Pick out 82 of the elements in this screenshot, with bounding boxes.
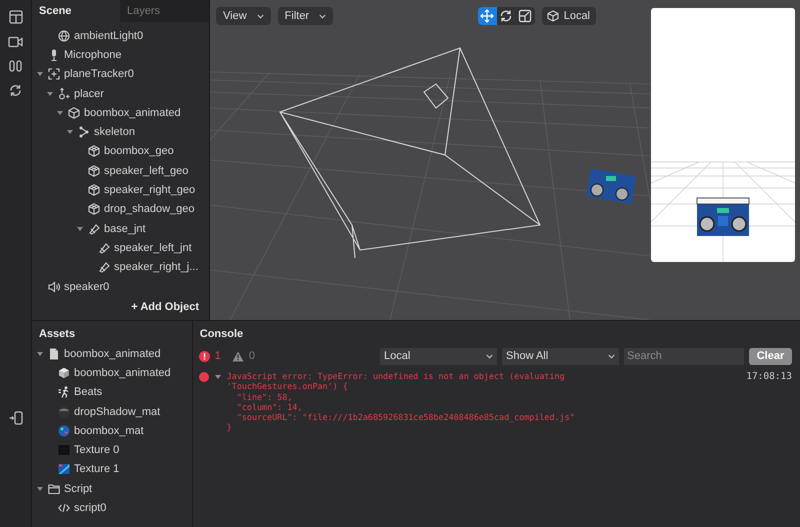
mesh-cube-icon: [88, 184, 100, 196]
layout-icon[interactable]: [8, 10, 22, 24]
caret-icon[interactable]: [47, 90, 53, 97]
folder-icon: [48, 482, 60, 495]
cube-icon: [68, 106, 80, 119]
chevron-icon: [486, 354, 493, 358]
tree-item[interactable]: skeleton: [32, 122, 209, 142]
move-point-icon: [58, 88, 70, 100]
error-icon: [198, 350, 210, 362]
move-arrows-tool-button[interactable]: [478, 7, 497, 25]
tree-item[interactable]: dropShadow_mat: [32, 402, 192, 422]
tree-item[interactable]: speaker_right_j...: [32, 258, 209, 277]
warning-count: 0: [248, 350, 255, 362]
camera-icon[interactable]: [8, 36, 23, 48]
caret-icon[interactable]: [77, 226, 83, 232]
texture-thumbnail-icon: [58, 463, 70, 476]
caret-icon[interactable]: [37, 486, 43, 492]
tree-item[interactable]: Texture 1: [32, 460, 192, 480]
status-dot: [198, 372, 209, 382]
tree-item[interactable]: boombox_animated: [32, 103, 209, 122]
source-dropdown[interactable]: Local: [380, 348, 497, 364]
mesh-cube-icon: [88, 145, 100, 158]
joint-icon: [98, 242, 110, 254]
tree-item[interactable]: base_jnt: [32, 218, 209, 238]
tree-item[interactable]: speaker_left_geo: [32, 161, 209, 180]
texture-swatch-icon: [58, 444, 70, 456]
mesh-cube-icon: [88, 164, 100, 177]
tree-item[interactable]: Beats: [32, 382, 192, 402]
caret-icon[interactable]: [37, 350, 43, 357]
columns-icon[interactable]: [9, 60, 22, 72]
caret-icon[interactable]: [57, 110, 63, 116]
boombox-drawing: [696, 198, 750, 236]
add-object-button[interactable]: + Add Object: [131, 301, 199, 314]
caret-icon[interactable]: [67, 129, 73, 136]
joint-icon: [88, 222, 100, 235]
caret-icon[interactable]: [37, 71, 43, 78]
solid-cube-icon: [58, 366, 70, 379]
tree-item[interactable]: ambientLight0: [32, 26, 209, 46]
document-icon: [48, 348, 60, 360]
tree-item[interactable]: drop_shadow_geo: [32, 200, 209, 219]
sync-icon[interactable]: [9, 84, 22, 97]
speaker-icon: [48, 280, 60, 292]
tree-item[interactable]: Microphone: [32, 45, 209, 65]
warning-icon: [232, 350, 244, 362]
tree-item[interactable]: boombox_geo: [32, 142, 209, 162]
tree-item[interactable]: boombox_animated: [32, 363, 192, 383]
bone-chain-icon: [78, 126, 90, 138]
tree-item[interactable]: Texture 0: [32, 440, 192, 460]
target-frame-icon: [48, 68, 60, 80]
panel-title: Assets: [38, 327, 76, 342]
log-message: JavaScript error: TypeError: undefined is not an object (evaluating 'TouchGestures.onPan') { "line": 58, "column": 14, "sourceURL": "file:///1b2a685926831ce58be2408486e85cad_compiled.js" }: [226, 371, 576, 433]
level-dropdown[interactable]: Show All: [502, 348, 619, 364]
tree-item[interactable]: placer: [32, 84, 209, 104]
joint-icon: [98, 261, 110, 274]
tree-item[interactable]: speaker_right_geo: [32, 180, 209, 200]
caret-icon[interactable]: [214, 374, 221, 380]
tree-item[interactable]: boombox_mat: [32, 421, 192, 440]
filter-dropdown[interactable]: Filter: [278, 7, 334, 25]
chevron-icon: [256, 14, 264, 18]
tree-item[interactable]: planeTracker0: [32, 64, 209, 84]
code-icon: [58, 502, 70, 514]
cube-icon: [546, 10, 559, 22]
tree-item[interactable]: speaker_left_jnt: [32, 238, 209, 258]
panel-title: Console: [198, 327, 244, 342]
error-count: 1: [214, 350, 221, 362]
panel-tab[interactable]: Scene: [32, 0, 120, 22]
tree-item[interactable]: boombox_animated: [32, 344, 192, 364]
tree-item[interactable]: speaker0: [32, 276, 209, 296]
mesh-cube-icon: [88, 203, 100, 216]
timestamp: 17:08:13: [746, 371, 792, 382]
textured-sphere-icon: [58, 424, 70, 437]
tree-item[interactable]: script0: [32, 498, 192, 518]
chevron-icon: [319, 14, 326, 18]
chevron-icon: [608, 354, 615, 358]
search-field[interactable]: Search: [624, 348, 744, 364]
material-sphere-icon: [58, 406, 70, 418]
tree-item[interactable]: Script: [32, 479, 192, 498]
running-figure-icon: [58, 386, 70, 398]
view-dropdown[interactable]: View: [216, 7, 271, 25]
globe-icon: [58, 30, 70, 42]
panel-tab[interactable]: Layers: [120, 0, 209, 22]
local-space-button[interactable]: Local: [542, 7, 596, 25]
